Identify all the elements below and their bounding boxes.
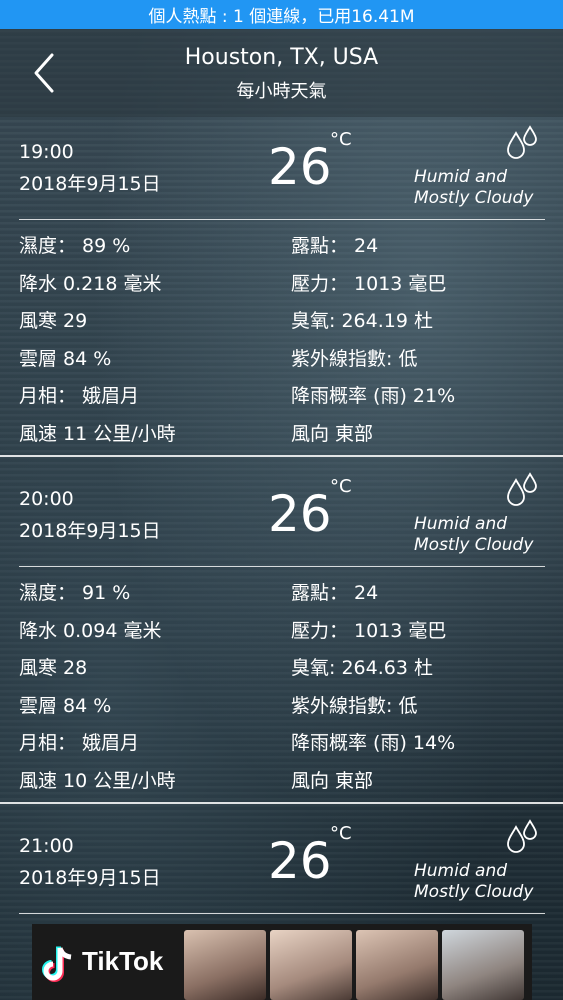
temperature-unit: °C [330, 823, 352, 844]
wind-speed-label: 風速 11 公里/小時 [19, 423, 176, 445]
condition-text: Humid and Mostly Cloudy [414, 861, 554, 903]
ad-photo [442, 930, 524, 1000]
hour-card[interactable]: 21:00 2018年9月15日 26 °C Humid and Mostly … [0, 811, 563, 921]
hour-date: 2018年9月15日 [19, 867, 161, 889]
humidity-label: 濕度： 91 % [19, 582, 131, 604]
pressure-label: 壓力： 1013 毫巴 [291, 620, 447, 642]
ozone-label: 臭氧: 264.19 杜 [291, 310, 433, 332]
temperature-value: 26 [268, 485, 332, 543]
page-subtitle: 每小時天氣 [236, 81, 327, 102]
condition-line-2: Mostly Cloudy [414, 882, 534, 902]
raindrops-icon [507, 472, 537, 506]
condition-line-1: Humid and [414, 167, 508, 187]
raindrops-icon [507, 125, 537, 159]
hour-card[interactable]: 19:00 2018年9月15日 26 °C Humid and Mostly … [0, 117, 563, 457]
app-header: Houston, TX, USA 每小時天氣 [0, 29, 563, 117]
ad-brand-text: TikTok [82, 946, 164, 976]
raindrops-icon [507, 819, 537, 853]
condition-line-2: Mostly Cloudy [414, 535, 534, 555]
hour-time: 19:00 [19, 141, 74, 163]
hour-time: 21:00 [19, 835, 74, 857]
wind-direction-label: 風向 東部 [291, 423, 374, 445]
moon-phase-label: 月相： 娥眉月 [19, 385, 140, 407]
precipitation-label: 降水 0.218 毫米 [19, 273, 162, 295]
hour-date: 2018年9月15日 [19, 520, 161, 542]
ad-banner[interactable]: TikTok [32, 924, 532, 1000]
ad-photo [184, 930, 266, 1000]
dew-point-label: 露點： 24 [291, 582, 379, 604]
hotspot-status-text: 個人熱點 : 1 個連線，已用16.41M [148, 7, 415, 27]
moon-phase-label: 月相： 娥眉月 [19, 732, 140, 754]
hotspot-status-bar: 個人熱點 : 1 個連線，已用16.41M [0, 0, 563, 29]
pressure-label: 壓力： 1013 毫巴 [291, 273, 447, 295]
condition-line-1: Humid and [414, 514, 508, 534]
wind-speed-label: 風速 10 公里/小時 [19, 770, 176, 792]
cloud-cover-label: 雲層 84 % [19, 695, 112, 717]
condition-text: Humid and Mostly Cloudy [414, 167, 554, 209]
card-separator [0, 802, 563, 804]
card-divider [19, 219, 545, 220]
card-separator [0, 455, 563, 457]
humidity-label: 濕度： 89 % [19, 235, 131, 257]
condition-line-2: Mostly Cloudy [414, 188, 534, 208]
windchill-label: 風寒 29 [19, 310, 88, 332]
uv-index-label: 紫外線指數: 低 [291, 695, 418, 717]
hour-date: 2018年9月15日 [19, 173, 161, 195]
temperature-unit: °C [330, 476, 352, 497]
condition-line-1: Humid and [414, 861, 508, 881]
wind-direction-label: 風向 東部 [291, 770, 374, 792]
ozone-label: 臭氧: 264.63 杜 [291, 657, 433, 679]
tiktok-logo-icon [42, 946, 72, 982]
precipitation-label: 降水 0.094 毫米 [19, 620, 162, 642]
temperature-value: 26 [268, 832, 332, 890]
temperature-unit: °C [330, 129, 352, 150]
ad-photo [270, 930, 352, 1000]
temperature-value: 26 [268, 138, 332, 196]
city-title: Houston, TX, USA [184, 45, 379, 70]
condition-text: Humid and Mostly Cloudy [414, 514, 554, 556]
dew-point-label: 露點： 24 [291, 235, 379, 257]
ad-photo [356, 930, 438, 1000]
rain-probability-label: 降雨概率 (雨) 14% [291, 732, 456, 754]
cloud-cover-label: 雲層 84 % [19, 348, 112, 370]
rain-probability-label: 降雨概率 (雨) 21% [291, 385, 456, 407]
uv-index-label: 紫外線指數: 低 [291, 348, 418, 370]
windchill-label: 風寒 28 [19, 657, 88, 679]
hour-card[interactable]: 20:00 2018年9月15日 26 °C Humid and Mostly … [0, 464, 563, 804]
card-divider [19, 566, 545, 567]
hour-time: 20:00 [19, 488, 74, 510]
card-divider [19, 913, 545, 914]
